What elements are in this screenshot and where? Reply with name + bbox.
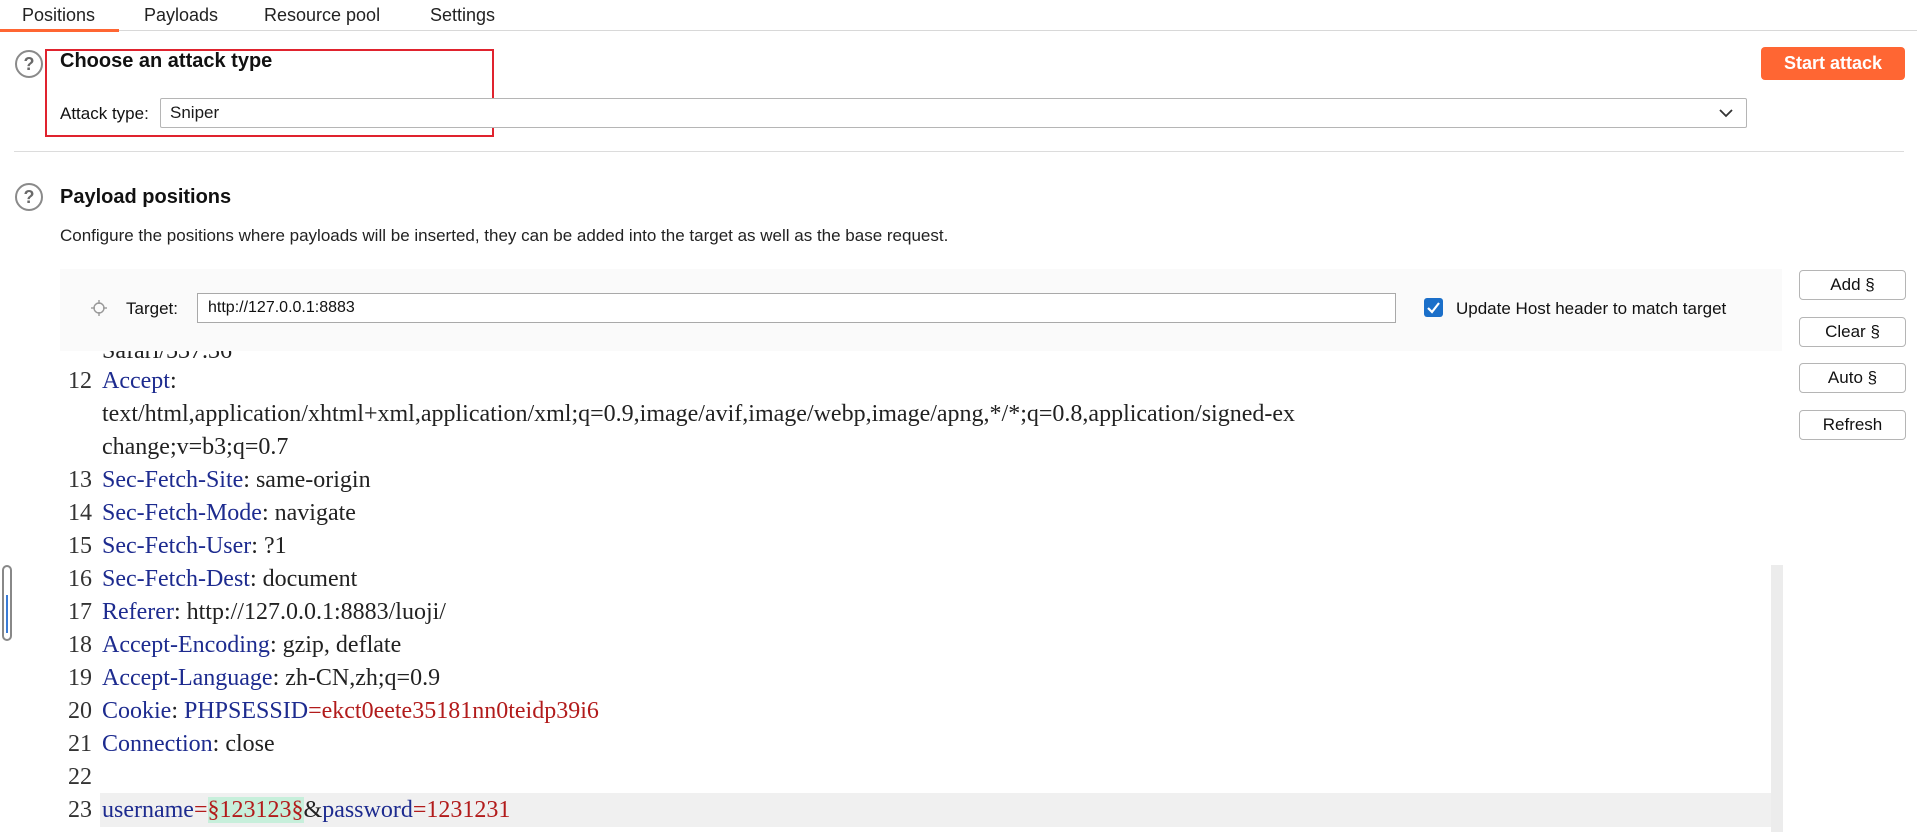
header-value: document [262, 566, 358, 592]
header-separator: : [261, 500, 275, 526]
payload-positions-title: Payload positions [60, 186, 232, 208]
add-marker-button[interactable]: Add § [1799, 270, 1906, 300]
help-circle-icon[interactable]: ? [15, 183, 43, 211]
header-separator: : [251, 533, 264, 559]
panel-resize-handle[interactable] [2, 565, 12, 641]
cookie-equals: = [308, 698, 322, 724]
help-circle-icon[interactable]: ? [15, 50, 43, 78]
header-value: same-origin [255, 467, 371, 493]
refresh-button[interactable]: Refresh [1799, 410, 1906, 440]
checkmark-icon [1427, 302, 1440, 314]
cookie-name: PHPSESSID [184, 698, 309, 724]
line-number: 19 [68, 665, 92, 691]
line-number: 17 [68, 599, 92, 625]
header-name: Accept-Language [102, 665, 273, 691]
header-separator: : [212, 731, 226, 757]
attack-type-value: Sniper [170, 103, 220, 122]
header-value: change;v=b3;q=0.7 [102, 434, 289, 460]
header-separator: : [173, 599, 187, 625]
tab-positions[interactable]: Positions [0, 0, 120, 32]
line-number: 14 [68, 500, 92, 526]
update-host-label: Update Host header to match target [1456, 299, 1727, 318]
line-number: 20 [68, 698, 92, 724]
param-equals: = [412, 797, 427, 823]
param-name: password [322, 797, 413, 823]
section-divider [14, 151, 1904, 152]
header-separator: : [269, 632, 283, 658]
line-number: 15 [68, 533, 92, 559]
attack-type-select[interactable]: Sniper [160, 98, 1747, 128]
intruder-panel: Positions Payloads Resource pool Setting… [0, 0, 1917, 832]
header-value: zh-CN,zh;q=0.9 [285, 665, 441, 691]
line-number: 22 [68, 764, 92, 790]
param-value: 1231231 [426, 797, 511, 823]
line-number: 12 [68, 368, 92, 394]
header-name: Sec-Fetch-Dest [102, 566, 250, 592]
line-number: 21 [68, 731, 92, 757]
editor-scrollbar[interactable] [1771, 565, 1783, 832]
header-separator: : [249, 566, 263, 592]
chevron-down-icon [1719, 109, 1733, 118]
header-value: http://127.0.0.1:8883/luoji/ [186, 599, 446, 625]
target-label: Target: [126, 299, 178, 318]
start-attack-button[interactable]: Start attack [1761, 47, 1905, 80]
param-separator: & [303, 797, 323, 823]
header-separator: : [171, 698, 184, 724]
header-value: navigate [274, 500, 356, 526]
header-value: close [225, 731, 275, 757]
header-value: ?1 [263, 533, 287, 559]
tab-settings[interactable]: Settings [430, 0, 495, 31]
header-separator: : [272, 665, 286, 691]
param-name: username [102, 797, 194, 823]
tab-resource-pool[interactable]: Resource pool [264, 0, 380, 31]
update-host-checkbox[interactable] [1424, 298, 1443, 317]
header-name: Sec-Fetch-User [102, 533, 252, 559]
param-equals: = [193, 797, 208, 823]
line-number: 18 [68, 632, 92, 658]
header-name: Sec-Fetch-Mode [102, 500, 262, 526]
header-name: Accept-Encoding [102, 632, 270, 658]
header-name: Connection [102, 731, 213, 757]
tab-bar: Positions Payloads Resource pool Setting… [0, 0, 1917, 32]
header-name: Sec-Fetch-Site [102, 467, 244, 493]
header-value: gzip, deflate [282, 632, 402, 658]
payload-positions-description: Configure the positions where payloads w… [60, 226, 949, 245]
target-input[interactable]: http://127.0.0.1:8883 [197, 293, 1396, 323]
crosshair-icon [91, 300, 107, 316]
request-editor[interactable]: Safari/537.36 12 Accept: text/html,appli… [60, 351, 1783, 832]
tab-payloads[interactable]: Payloads [144, 0, 218, 31]
header-value: text/html,application/xhtml+xml,applicat… [102, 401, 1296, 427]
line-number: 13 [68, 467, 92, 493]
auto-markers-button[interactable]: Auto § [1799, 363, 1906, 393]
cookie-value: ekct0eete35181nn0teidp39i6 [321, 698, 599, 724]
line-number: 23 [68, 797, 92, 823]
header-separator: : [243, 467, 256, 493]
attack-type-label: Attack type: [60, 104, 149, 123]
payload-marker[interactable]: §123123§ [207, 797, 304, 823]
header-name: Cookie [102, 698, 172, 724]
clear-markers-button[interactable]: Clear § [1799, 317, 1906, 347]
header-separator: : [169, 368, 177, 394]
header-name: Referer [102, 599, 174, 625]
header-name: Accept [102, 368, 170, 394]
line-number: 16 [68, 566, 92, 592]
